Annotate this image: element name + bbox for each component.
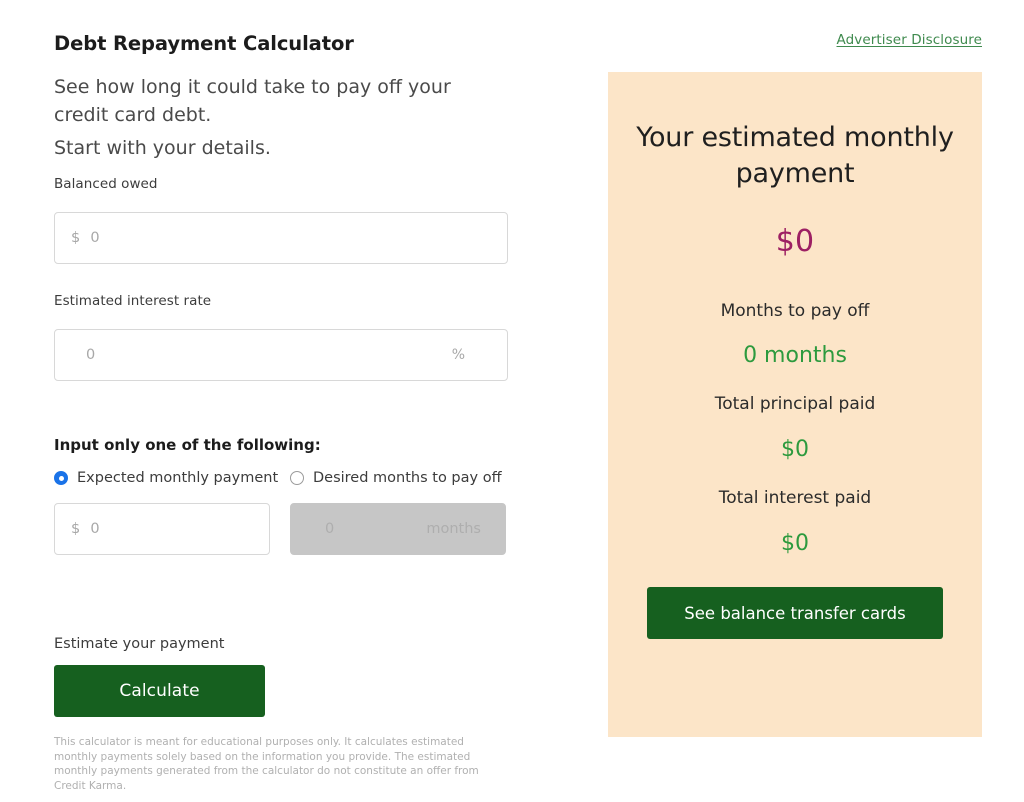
total-principal-paid-label: Total principal paid [714, 394, 876, 414]
dollar-sign-icon-2: $ [71, 521, 81, 537]
results-title: Your estimated monthly payment [636, 122, 954, 189]
dollar-sign-icon: $ [71, 230, 81, 246]
interest-rate-input[interactable]: 0 % [54, 329, 508, 381]
advertiser-disclosure-container: Advertiser Disclosure [608, 29, 982, 48]
calculator-disclaimer: This calculator is meant for educational… [54, 736, 479, 792]
balance-owed-input[interactable]: $ 0 [54, 212, 508, 264]
monthly-payment-placeholder-text: 0 [90, 521, 100, 537]
estimated-monthly-payment-value: $0 [775, 224, 815, 259]
months-unit-label: months [426, 521, 481, 537]
paired-inputs-row: $ 0 0 months [54, 503, 514, 555]
months-to-pay-off-result-label: Months to pay off [720, 301, 870, 321]
months-to-pay-off-result-value: 0 months [743, 343, 847, 368]
balance-owed-placeholder-text: 0 [90, 230, 100, 246]
total-interest-paid-label: Total interest paid [718, 488, 872, 508]
radio-selected-icon[interactable] [54, 471, 68, 485]
months-to-pay-off-placeholder-text: 0 [325, 521, 335, 537]
radio-unselected-icon[interactable] [290, 471, 304, 485]
balance-owed-label: Balanced owed [54, 176, 158, 192]
radio-option-desired-months[interactable]: Desired months to pay off [290, 470, 502, 486]
percent-sign-icon: % [451, 347, 465, 363]
monthly-payment-placeholder: $ 0 [71, 521, 100, 537]
estimated-payment-results-card: Your estimated monthly payment $0 Months… [608, 72, 982, 737]
debt-repayment-calculator-page: Advertiser Disclosure Debt Repayment Cal… [0, 0, 1024, 802]
radio-option-expected-monthly-payment[interactable]: Expected monthly payment [54, 470, 278, 486]
interest-rate-placeholder-text: 0 [86, 347, 96, 363]
radio-label-desired-months: Desired months to pay off [313, 470, 502, 486]
months-to-pay-off-input-disabled: 0 months [290, 503, 506, 555]
advertiser-disclosure-link[interactable]: Advertiser Disclosure [837, 32, 983, 48]
interest-rate-field-group: Estimated interest rate 0 % [54, 293, 508, 381]
calculate-button[interactable]: Calculate [54, 665, 265, 717]
input-choice-heading: Input only one of the following: [54, 436, 321, 454]
see-balance-transfer-cards-button[interactable]: See balance transfer cards [647, 587, 943, 639]
balance-owed-placeholder: $ 0 [71, 230, 100, 246]
interest-rate-label: Estimated interest rate [54, 293, 212, 309]
estimate-your-payment-label: Estimate your payment [54, 636, 225, 652]
total-principal-paid-value: $0 [781, 437, 809, 462]
radio-label-expected-monthly-payment: Expected monthly payment [77, 470, 279, 486]
page-title: Debt Repayment Calculator [54, 32, 354, 56]
monthly-payment-input[interactable]: $ 0 [54, 503, 270, 555]
total-interest-paid-value: $0 [781, 531, 809, 556]
intro-text: See how long it could take to pay off yo… [54, 76, 451, 126]
balance-owed-field-group: Balanced owed $ 0 [54, 176, 508, 264]
payment-method-radio-group: Expected monthly payment Desired months … [54, 470, 514, 490]
sub-intro-text: Start with your details. [54, 137, 271, 159]
